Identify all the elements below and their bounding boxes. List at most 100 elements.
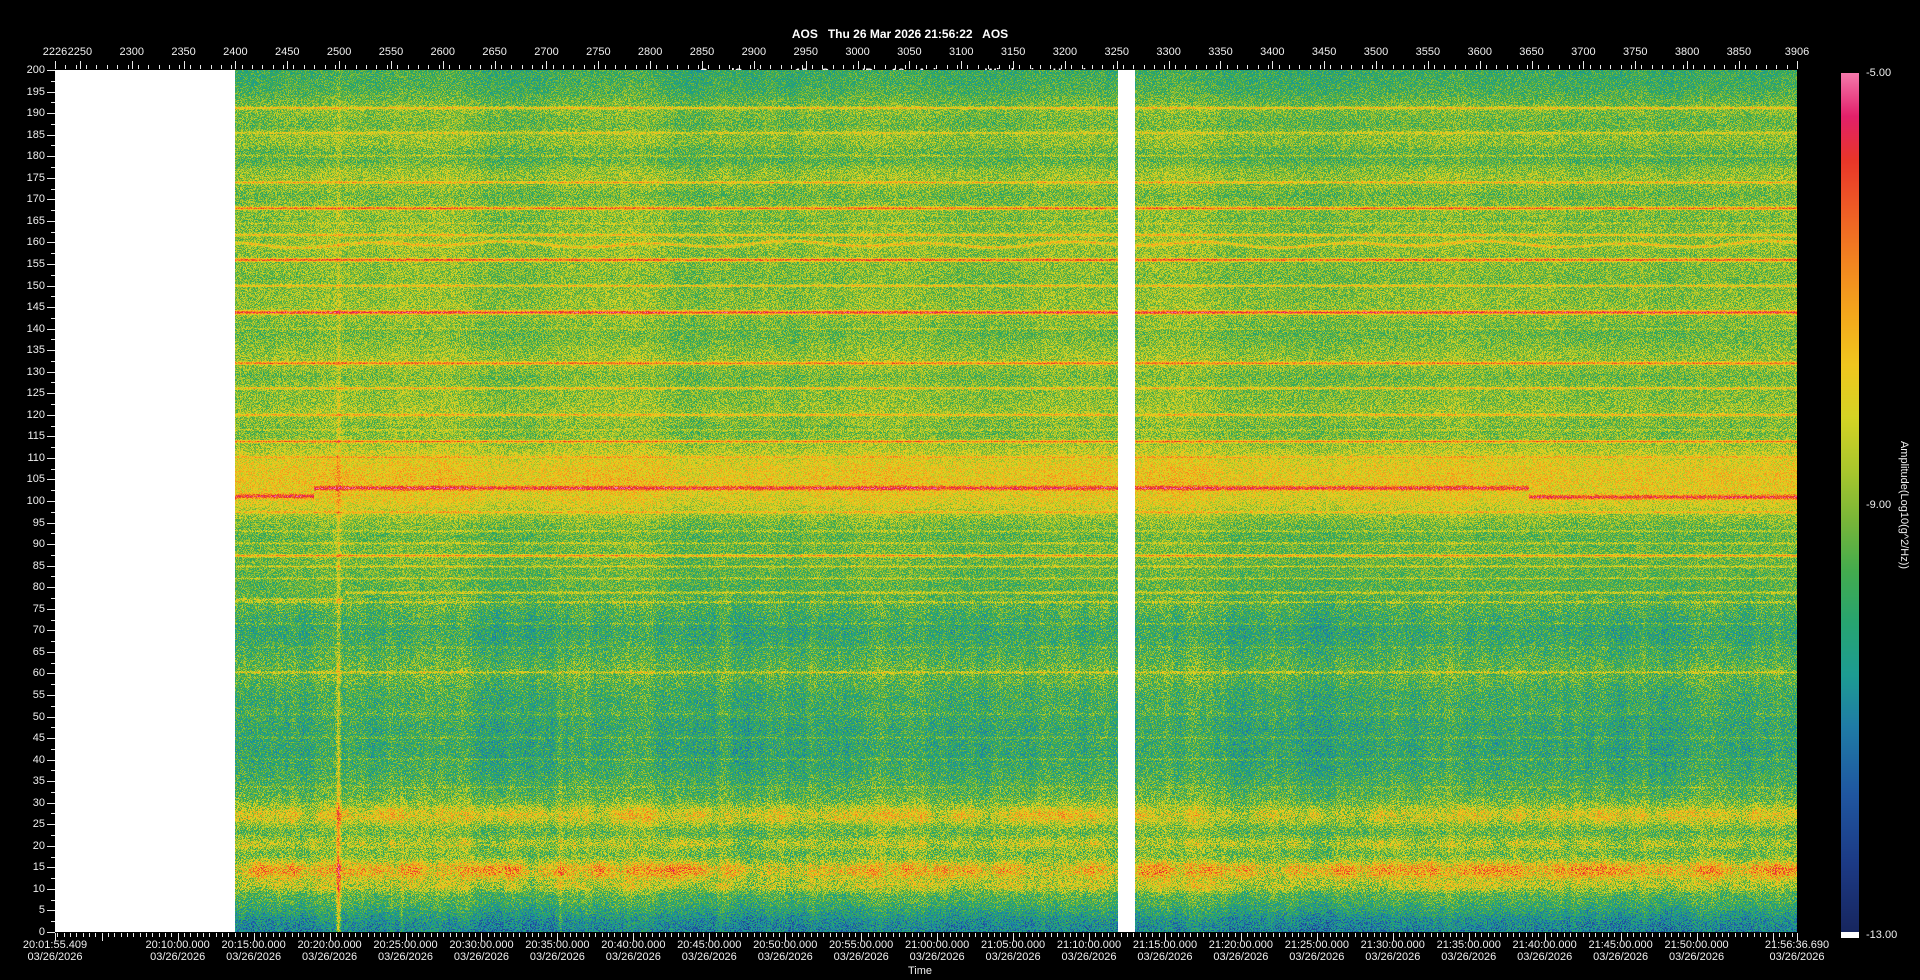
record-axis-label: 3450 xyxy=(1311,46,1337,58)
frequency-axis-label: 150 xyxy=(26,279,45,292)
time-axis-title: Time xyxy=(907,965,933,977)
time-axis-label: 20:50:00.000 03/26/2026 xyxy=(753,939,817,963)
time-axis-label: 21:30:00.000 03/26/2026 xyxy=(1361,939,1425,963)
frequency-axis-label: 115 xyxy=(27,430,45,443)
frequency-axis-label: 170 xyxy=(26,193,45,206)
colorbar-mid-label: -9.00 xyxy=(1866,499,1892,511)
time-label-date: 03/26/2026 xyxy=(1441,951,1497,963)
frequency-axis-label: 100 xyxy=(26,495,45,507)
time-label-clock: 20:20:00.000 xyxy=(297,939,362,951)
time-label-clock: 20:50:00.000 xyxy=(753,939,818,951)
time-label-date: 03/26/2026 xyxy=(1213,951,1269,963)
time-label-clock: 20:30:00.000 xyxy=(449,939,514,951)
record-axis-label: 3100 xyxy=(949,46,974,58)
time-label-date: 03/26/2026 xyxy=(909,951,965,963)
spectrogram-plot[interactable] xyxy=(55,70,1797,932)
record-axis-label: 3600 xyxy=(1467,46,1492,58)
frequency-axis-label: 120 xyxy=(26,408,45,421)
time-label-clock: 21:50:00.000 xyxy=(1664,939,1729,951)
time-label-date: 03/26/2026 xyxy=(453,951,509,963)
frequency-axis-label: 145 xyxy=(26,301,45,314)
record-axis-label: 3850 xyxy=(1726,46,1752,58)
time-axis-label: 20:35:00.000 03/26/2026 xyxy=(525,939,589,963)
time-label-clock: 21:40:00.000 xyxy=(1512,939,1577,951)
record-axis-label: 2950 xyxy=(793,46,818,58)
record-axis-label: 3500 xyxy=(1363,46,1389,58)
time-label-date: 03/26/2026 xyxy=(1769,951,1825,963)
time-label-clock: 21:00:00.000 xyxy=(905,939,970,951)
record-axis-label: 3700 xyxy=(1571,46,1596,58)
colorbar xyxy=(1841,73,1859,938)
record-axis-label: 2226 xyxy=(42,46,68,58)
frequency-axis-label: 30 xyxy=(32,796,45,809)
time-label-date: 03/26/2026 xyxy=(150,951,206,963)
record-axis-label: 2650 xyxy=(482,46,507,58)
time-axis-label: 20:25:00.000 03/26/2026 xyxy=(373,939,437,963)
frequency-axis-label: 40 xyxy=(32,753,45,766)
frequency-axis-label: 95 xyxy=(32,516,45,529)
record-axis-label: 3750 xyxy=(1622,46,1648,58)
frequency-axis-label: 10 xyxy=(32,882,45,895)
time-label-date: 03/26/2026 xyxy=(529,951,585,963)
time-axis-label: 20:45:00.000 03/26/2026 xyxy=(677,939,741,963)
frequency-axis-label: 140 xyxy=(26,322,45,335)
time-axis-label: 21:10:00.000 03/26/2026 xyxy=(1057,939,1121,963)
time-label-date: 03/26/2026 xyxy=(1669,951,1725,963)
frequency-axis-label: 80 xyxy=(32,581,45,594)
record-axis-label: 3250 xyxy=(1104,46,1130,58)
record-axis-label: 2300 xyxy=(119,46,144,58)
time-axis-label: 21:40:00.000 03/26/2026 xyxy=(1513,939,1577,963)
frequency-axis-label: 60 xyxy=(32,667,45,680)
time-axis-label: 20:30:00.000 03/26/2026 xyxy=(449,939,513,963)
frequency-axis-label: 35 xyxy=(32,775,45,788)
frequency-axis-label: 65 xyxy=(32,645,45,658)
time-label-date: 03/26/2026 xyxy=(985,951,1041,963)
time-label-date: 03/26/2026 xyxy=(1137,951,1193,963)
time-label-date: 03/26/2026 xyxy=(1517,951,1573,963)
time-axis-label: 21:15:00.000 03/26/2026 xyxy=(1133,939,1197,963)
record-axis-label: 2900 xyxy=(741,46,767,58)
frequency-axis-label: 180 xyxy=(26,150,45,163)
time-label-clock: 20:01:55.409 xyxy=(22,939,88,951)
frequency-axis-label: 105 xyxy=(26,473,45,486)
time-label-date: 03/26/2026 xyxy=(27,951,83,963)
time-axis-label: 20:01:55.409 03/26/2026 xyxy=(23,939,87,963)
frequency-axis-label: 110 xyxy=(27,451,45,464)
time-label-clock: 21:30:00.000 xyxy=(1360,939,1425,951)
time-axis-label: 20:10:00.000 03/26/2026 xyxy=(146,939,210,963)
time-label-clock: 20:45:00.000 xyxy=(677,939,742,951)
title-line: AOS Thu 26 Mar 2026 21:56:22 AOS xyxy=(791,27,1009,41)
time-label-clock: 21:35:00.000 xyxy=(1436,939,1501,951)
frequency-axis-label: 185 xyxy=(26,128,45,141)
record-axis-label: 3050 xyxy=(897,46,922,58)
time-axis-label: 21:20:00.000 03/26/2026 xyxy=(1209,939,1273,963)
record-axis-label: 3000 xyxy=(845,46,870,58)
record-axis-label: 2800 xyxy=(637,46,663,58)
time-label-clock: 21:25:00.000 xyxy=(1284,939,1349,951)
time-label-date: 03/26/2026 xyxy=(1289,951,1345,963)
time-label-date: 03/26/2026 xyxy=(757,951,813,963)
frequency-axis-label: 20 xyxy=(32,839,45,852)
record-axis-label: 2600 xyxy=(430,46,456,58)
time-axis-label: 21:56:36.690 03/26/2026 xyxy=(1765,939,1829,963)
frequency-axis-label: 75 xyxy=(32,602,45,615)
record-axis-label: 3150 xyxy=(1000,46,1026,58)
time-axis-label: 20:15:00.000 03/26/2026 xyxy=(221,939,285,963)
frequency-axis-label: 25 xyxy=(32,818,45,831)
frequency-axis-label: 165 xyxy=(26,214,45,227)
frequency-axis-label: 130 xyxy=(26,365,45,378)
aos-spectrogram-window: AOS Thu 26 Mar 2026 21:56:22 AOS CoordSy… xyxy=(0,0,1920,980)
time-label-clock: 20:35:00.000 xyxy=(525,939,590,951)
record-axis-label: 2550 xyxy=(378,46,404,58)
colorbar-axis-title: Amplitude(Log10(g^2/Hz)) xyxy=(1898,440,1910,570)
record-axis-label: 3350 xyxy=(1208,46,1233,58)
time-label-date: 03/26/2026 xyxy=(1365,951,1421,963)
time-label-date: 03/26/2026 xyxy=(1593,951,1649,963)
record-axis-label: 2400 xyxy=(223,46,248,58)
time-label-clock: 21:45:00.000 xyxy=(1588,939,1653,951)
frequency-axis-label: 90 xyxy=(32,538,45,551)
time-axis-label: 20:40:00.000 03/26/2026 xyxy=(601,939,665,963)
time-label-clock: 21:15:00.000 xyxy=(1132,939,1198,951)
time-axis-label: 21:05:00.000 03/26/2026 xyxy=(981,939,1045,963)
record-axis-label: 2450 xyxy=(275,46,300,58)
